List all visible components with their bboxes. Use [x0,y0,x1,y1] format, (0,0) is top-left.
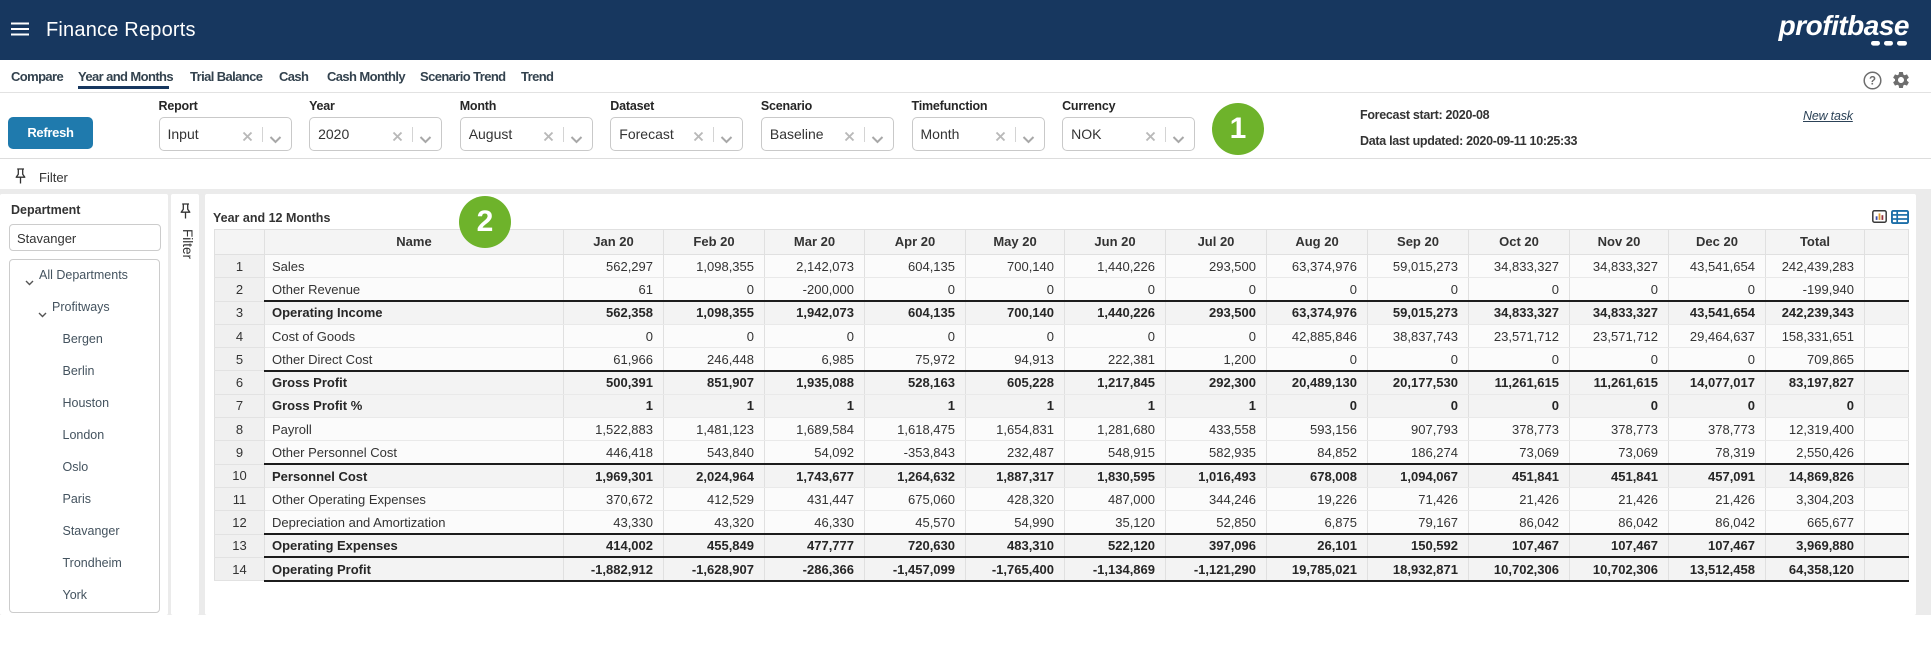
svg-text:?: ? [1869,76,1876,88]
